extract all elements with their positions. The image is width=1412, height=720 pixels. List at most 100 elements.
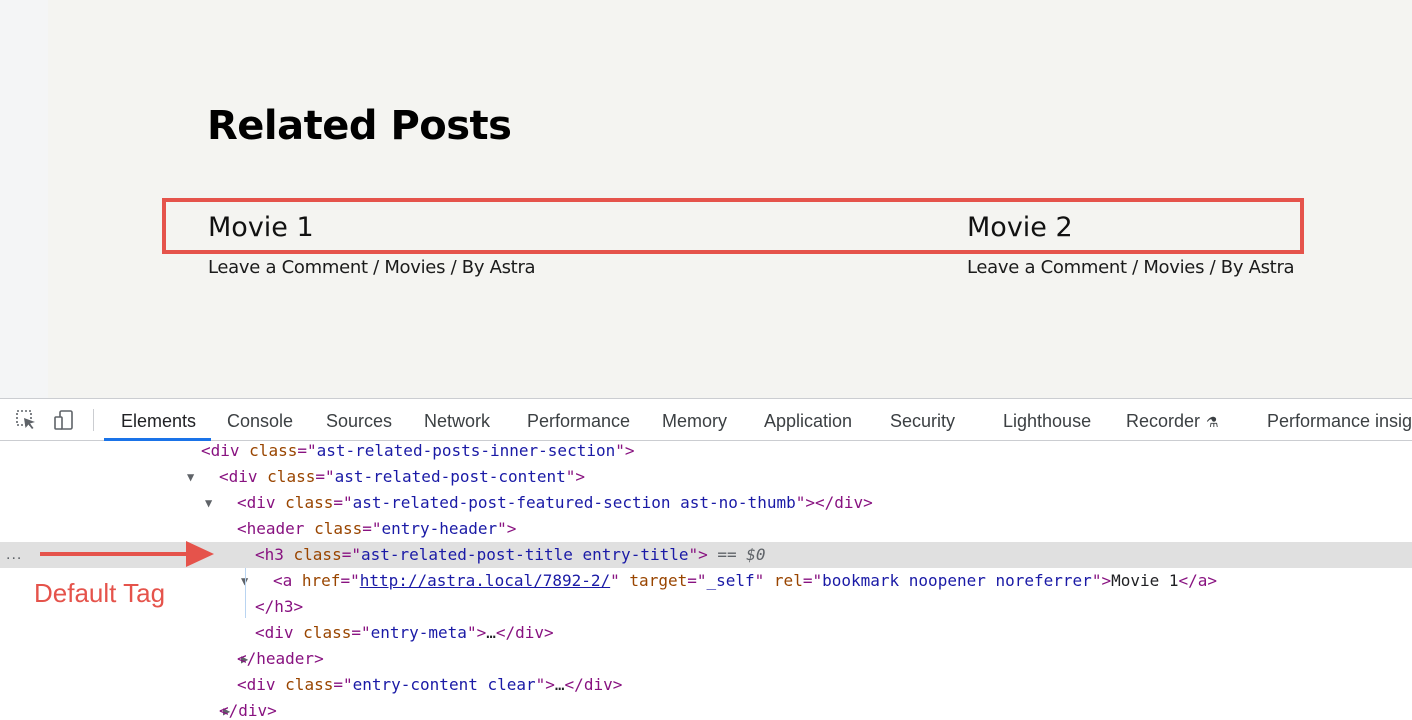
- attr-name: class: [303, 623, 352, 642]
- attr-value: entry-meta: [370, 623, 467, 642]
- dom-node-row[interactable]: ▼ <div class="ast-related-posts-inner-se…: [0, 438, 1412, 484]
- highlight-box: [162, 198, 1304, 254]
- attr-name: class: [285, 493, 334, 512]
- dom-node-row[interactable]: </div>: [0, 698, 1412, 720]
- annotation-arrow-head: [186, 541, 214, 567]
- attr-value: ast-related-post-title entry-title: [360, 545, 689, 564]
- dom-node-code: <h3 class="ast-related-post-title entry-…: [255, 542, 766, 568]
- attr-name: class: [267, 467, 316, 486]
- attr-eq: =": [340, 571, 360, 590]
- attr-quote: ": [610, 571, 630, 590]
- tag-open: <h3: [255, 545, 294, 564]
- page-preview: Related Posts Movie 1 Leave a Comment / …: [0, 0, 1412, 398]
- attr-value: bookmark noopener noreferrer: [822, 571, 1092, 590]
- tag-open: <div: [201, 441, 250, 460]
- tag-open: <div: [237, 675, 286, 694]
- tab-network[interactable]: Network: [424, 411, 490, 432]
- tag-close: ">: [615, 441, 635, 460]
- attr-eq: =": [362, 519, 382, 538]
- node-text: Movie 1: [1111, 571, 1179, 590]
- tag-open: <div: [255, 623, 304, 642]
- tag-close: </div>: [564, 675, 623, 694]
- attr-name: class: [285, 675, 334, 694]
- tab-application[interactable]: Application: [764, 411, 852, 432]
- tag-close: </header>: [237, 649, 324, 668]
- annotation-arrow: [40, 552, 188, 556]
- dom-node-row[interactable]: ▼ <header class="entry-header">: [0, 516, 1412, 562]
- tab-security[interactable]: Security: [890, 411, 955, 432]
- attr-value: entry-content clear: [352, 675, 536, 694]
- tag-open: <div: [237, 493, 286, 512]
- tag-open: <div: [219, 467, 268, 486]
- tag-open-close: ">: [466, 623, 487, 642]
- attr-value: ast-related-posts-inner-section: [316, 441, 616, 460]
- dom-node-code: <div class="entry-content clear">…</div>: [237, 672, 622, 698]
- attr-name: class: [314, 519, 363, 538]
- elements-tree: ▼ <div class="ast-related-posts-inner-se…: [0, 441, 1412, 720]
- dom-node-row[interactable]: </header>: [0, 646, 1412, 672]
- tag-close: </h3>: [255, 597, 304, 616]
- post-meta-movie-2[interactable]: Leave a Comment / Movies / By Astra: [967, 257, 1295, 278]
- tab-lighthouse[interactable]: Lighthouse: [1003, 411, 1091, 432]
- attr-value: ast-related-post-content: [334, 467, 566, 486]
- attr-name: target: [629, 571, 688, 590]
- tag-close: </a>: [1178, 571, 1218, 590]
- post-meta-movie-1[interactable]: Leave a Comment / Movies / By Astra: [208, 257, 536, 278]
- dom-node-code: <header class="entry-header">: [237, 516, 516, 542]
- attr-name: class: [293, 545, 342, 564]
- device-toolbar-icon[interactable]: [52, 408, 76, 432]
- tab-elements[interactable]: Elements: [121, 411, 196, 432]
- flask-icon: ⚗: [1206, 414, 1219, 430]
- row-menu-icon[interactable]: ...: [6, 546, 22, 564]
- attr-quote: ": [754, 571, 774, 590]
- tag-close: </div>: [219, 701, 277, 720]
- toolbar-separator: [93, 409, 94, 431]
- attr-eq: =": [333, 675, 353, 694]
- indent-guide: [245, 568, 246, 618]
- attr-eq: =": [351, 623, 371, 642]
- attr-eq: =": [341, 545, 361, 564]
- tag-close: ">: [688, 545, 708, 564]
- tag-close: ">: [497, 519, 517, 538]
- collapsed-ellipsis[interactable]: …: [555, 675, 565, 694]
- dom-node-row[interactable]: ▶ <div class="entry-meta">…</div>: [0, 620, 1412, 666]
- href-link[interactable]: http://astra.local/7892-2/: [360, 571, 610, 590]
- tab-recorder[interactable]: Recorder ⚗: [1126, 411, 1219, 432]
- dom-node-code: </div>: [219, 698, 277, 720]
- attr-value: _self: [706, 571, 755, 590]
- dom-node-row[interactable]: <div class="ast-related-post-featured-se…: [0, 490, 1412, 516]
- tab-performance-insights[interactable]: Performance insigh: [1267, 411, 1412, 432]
- attr-value: ast-related-post-featured-section ast-no…: [352, 493, 796, 512]
- tab-performance[interactable]: Performance: [527, 411, 630, 432]
- console-ref: == $0: [707, 545, 766, 564]
- dom-node-row[interactable]: </h3>: [0, 594, 1412, 620]
- attr-eq: =": [687, 571, 707, 590]
- attr-eq: =": [333, 493, 353, 512]
- dom-node-code: <div class="entry-meta">…</div>: [255, 620, 554, 646]
- dom-node-code: <div class="ast-related-post-content">: [219, 464, 585, 490]
- inspect-element-icon[interactable]: [14, 408, 38, 432]
- dom-node-row[interactable]: ▶ <div class="entry-content clear">…</di…: [0, 672, 1412, 718]
- attr-quote: ">: [1091, 571, 1112, 590]
- dom-node-code: </header>: [237, 646, 324, 672]
- tag-close: ">: [565, 467, 586, 486]
- tab-console[interactable]: Console: [227, 411, 293, 432]
- tag-open: <a: [273, 571, 302, 590]
- dom-node-row[interactable]: <a href="http://astra.local/7892-2/" tar…: [0, 568, 1412, 594]
- tag-open: <header: [237, 519, 315, 538]
- devtools-toolbar: Elements Console Sources Network Perform…: [0, 398, 1412, 441]
- dom-node-row[interactable]: ▼ <div class="ast-related-post-content">: [0, 464, 1412, 510]
- collapsed-ellipsis[interactable]: …: [486, 623, 496, 642]
- attr-eq: =": [315, 467, 335, 486]
- related-posts-heading: Related Posts: [207, 103, 512, 149]
- attr-value: entry-header: [381, 519, 498, 538]
- tab-memory[interactable]: Memory: [662, 411, 727, 432]
- dom-node-code: </h3>: [255, 594, 303, 620]
- tag-close: </div>: [495, 623, 554, 642]
- attr-name: rel: [773, 571, 803, 590]
- attr-name: href: [301, 571, 341, 590]
- tab-sources[interactable]: Sources: [326, 411, 392, 432]
- tab-recorder-label: Recorder: [1126, 411, 1201, 431]
- dom-node-code: <a href="http://astra.local/7892-2/" tar…: [273, 568, 1217, 594]
- tag-open-close: ">: [535, 675, 555, 694]
